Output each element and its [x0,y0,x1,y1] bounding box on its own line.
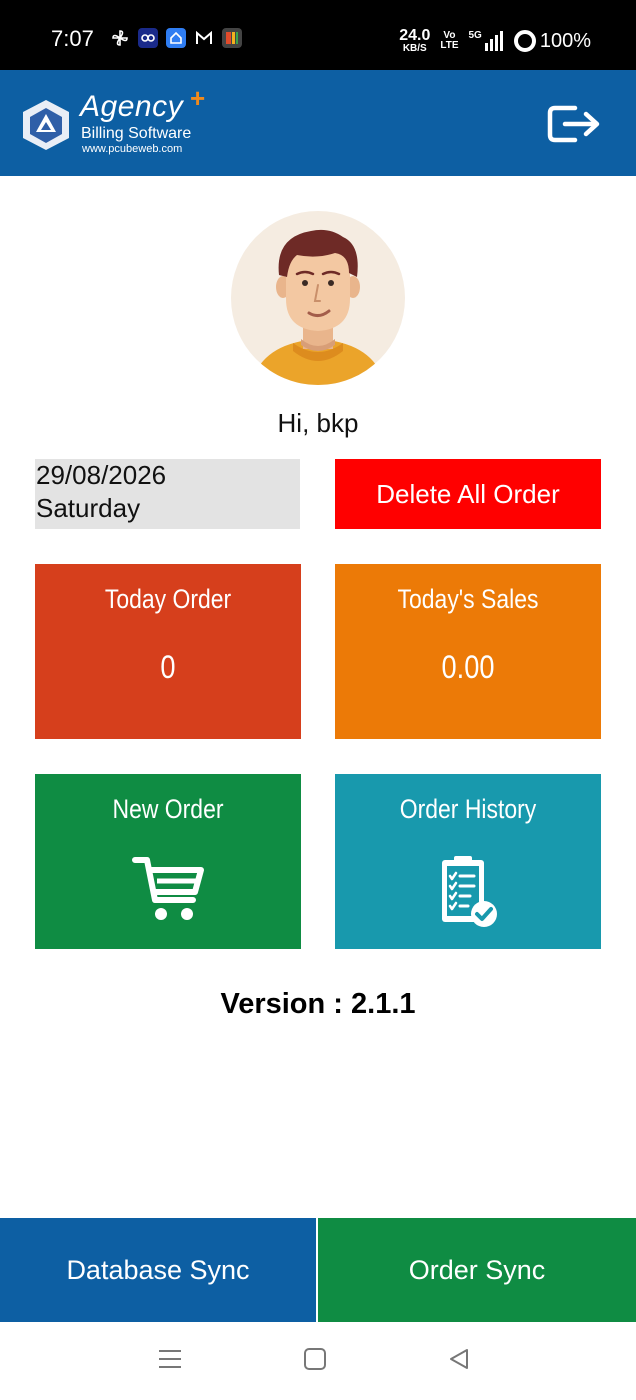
order-sync-label: Order Sync [408,1254,546,1285]
network-speed-value: 24.0 [399,27,431,44]
grid-app-icon [222,28,242,48]
today-order-value: 0 [160,649,176,685]
nav-menu-button[interactable] [157,1346,187,1376]
logo-plus: + [190,83,206,113]
date-box: 29/08/2026 Saturday [35,459,300,529]
current-date: 29/08/2026 [36,460,167,490]
nav-back-button[interactable] [446,1346,476,1376]
network-speed-unit: KB/S [402,43,427,54]
menu-icon [159,1350,181,1368]
logo-website: www.pcubeweb.com [82,143,183,155]
today-sales-value: 0.00 [441,649,495,685]
cart-icon [132,857,204,920]
volte-bottom: LTE [440,40,459,51]
avatar [231,211,405,385]
order-history-tile[interactable]: Order History [335,774,601,949]
today-order-tile[interactable]: Today Order 0 [35,564,301,739]
battery-percent: 100% [539,29,591,52]
home-square-icon [304,1348,326,1370]
today-sales-title: Today's Sales [397,584,539,614]
system-indicators: 24.0 KB/S Vo LTE 5G 100% [399,28,591,54]
app-header: Agency + Billing Software www.pcubeweb.c… [0,70,636,176]
order-sync-button[interactable]: Order Sync [318,1218,636,1322]
new-order-tile[interactable]: New Order [35,774,301,949]
delete-all-order-label: Delete All Order [376,478,560,509]
volte-indicator: Vo LTE [440,31,458,51]
database-sync-button[interactable]: Database Sync [0,1218,316,1322]
signal-icon: 5G [469,31,504,51]
status-bar: 7:07 24.0 KB/S Vo LTE 5G 100% [0,0,636,70]
database-sync-label: Database Sync [66,1254,250,1285]
signal-label: 5G [468,30,482,41]
version-text: Version : 2.1.1 [220,988,416,1020]
logout-button[interactable] [545,102,603,146]
network-speed: 24.0 KB/S [399,28,430,54]
new-order-title: New Order [112,794,224,824]
home-app-icon [166,28,186,48]
delete-all-order-button[interactable]: Delete All Order [335,459,601,529]
status-time: 7:07 [51,26,94,51]
logout-icon [547,105,600,143]
greeting-text: Hi, bkp [277,408,359,438]
nav-home-button[interactable] [302,1346,332,1376]
logo-title: Agency [80,90,184,123]
back-triangle-icon [450,1349,468,1369]
system-nav-bar [0,1322,636,1400]
link-icon [138,28,158,48]
pinwheel-icon [110,28,130,48]
today-sales-tile[interactable]: Today's Sales 0.00 [335,564,601,739]
clipboard-check-icon [442,856,497,927]
logo-subtitle: Billing Software [81,125,192,142]
current-weekday: Saturday [36,493,141,523]
battery-icon [513,30,536,52]
today-order-title: Today Order [104,584,232,614]
gmail-icon [194,28,214,48]
order-history-title: Order History [399,794,537,824]
notification-icons [110,28,242,48]
logo-icon [20,98,72,157]
